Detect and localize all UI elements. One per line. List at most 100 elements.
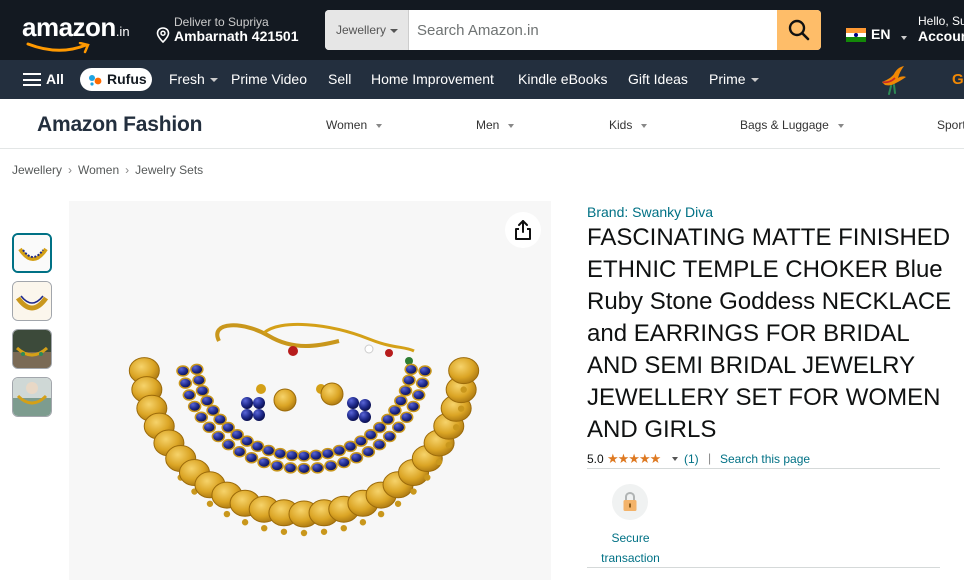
chevron-down-icon xyxy=(376,123,383,128)
necklace-stone xyxy=(202,421,217,434)
necklace-bead xyxy=(223,510,231,518)
necklace-stone xyxy=(232,446,247,458)
necklace-stone xyxy=(415,377,430,389)
necklace-stone xyxy=(297,462,311,475)
breadcrumb-link[interactable]: Jewelry Sets xyxy=(135,163,203,177)
necklace-stone xyxy=(182,389,197,401)
location-pin-icon xyxy=(156,27,170,43)
necklace-stone xyxy=(398,385,413,397)
fashion-cat-label: Sport xyxy=(937,118,964,132)
breadcrumb-link[interactable]: Jewellery xyxy=(12,163,62,177)
logo-smile-icon xyxy=(26,42,90,54)
brand-link[interactable]: Brand: Swanky Diva xyxy=(587,204,713,220)
chevron-down-icon xyxy=(209,78,218,83)
nav-prime[interactable]: Prime xyxy=(709,71,759,87)
necklace-bead xyxy=(320,528,328,535)
necklace-stone xyxy=(190,363,204,376)
rufus-button[interactable]: Rufus xyxy=(80,68,152,91)
top-nav-bar: amazon.in Deliver to Supriya Ambarnath 4… xyxy=(0,0,964,60)
promo-banner-text[interactable]: G xyxy=(952,71,964,88)
account-menu[interactable]: Hello, Su Accoun xyxy=(918,14,964,44)
necklace-stone xyxy=(257,456,271,469)
india-flag-icon xyxy=(846,28,866,42)
necklace-bead xyxy=(206,500,214,507)
search-icon xyxy=(788,19,810,41)
chevron-down-icon xyxy=(641,123,648,128)
nav-kindle-ebooks[interactable]: Kindle eBooks xyxy=(518,71,608,87)
amazon-logo[interactable]: amazon.in xyxy=(22,12,140,54)
hamburger-icon[interactable] xyxy=(23,73,41,86)
necklace-bead xyxy=(424,474,431,481)
chevron-down-icon xyxy=(508,123,515,128)
necklace-stone xyxy=(194,411,209,424)
fashion-cat-label: Men xyxy=(476,118,500,132)
secure-transaction-icon[interactable] xyxy=(612,484,648,520)
necklace-bead xyxy=(452,424,460,431)
rating-count-link[interactable]: (1) xyxy=(684,452,699,466)
necklace-stone xyxy=(244,451,259,464)
necklace-stone xyxy=(332,444,347,457)
necklace-stone xyxy=(337,456,351,469)
thumbnail-4[interactable] xyxy=(12,377,52,417)
necklace-bead xyxy=(410,488,417,495)
necklace-bead xyxy=(445,441,452,449)
nav-fresh-label: Fresh xyxy=(169,71,205,87)
nav-gift-ideas[interactable]: Gift Ideas xyxy=(628,71,688,87)
nav-prime-video[interactable]: Prime Video xyxy=(231,71,307,87)
secure-transaction-label[interactable]: Secure transaction xyxy=(595,528,666,568)
chevron-down-icon xyxy=(837,123,844,128)
thumbnail-3[interactable] xyxy=(12,329,52,369)
necklace-stone xyxy=(250,440,265,453)
necklace-stone xyxy=(297,450,311,462)
bird-icon[interactable] xyxy=(879,64,907,96)
search-button[interactable] xyxy=(777,10,821,50)
necklace-stone xyxy=(187,400,202,413)
breadcrumb-link[interactable]: Women xyxy=(78,163,119,177)
fashion-cat-men[interactable]: Men xyxy=(476,118,515,132)
thumbnail-1[interactable] xyxy=(12,233,52,273)
necklace-stone xyxy=(349,451,364,464)
necklace-bead xyxy=(300,529,308,537)
necklace-stone xyxy=(321,447,335,460)
fashion-cat-sport[interactable]: Sport xyxy=(937,118,964,132)
chevron-down-icon xyxy=(750,78,759,83)
search-bar: Jewellery xyxy=(325,10,821,50)
fashion-cat-kids[interactable]: Kids xyxy=(609,118,648,132)
necklace-stone xyxy=(382,430,397,443)
breadcrumb-separator: › xyxy=(68,163,73,177)
nav-home-improvement[interactable]: Home Improvement xyxy=(371,71,494,87)
necklace-stone xyxy=(418,365,432,377)
search-category-dropdown[interactable]: Jewellery xyxy=(325,10,409,50)
necklace-stone xyxy=(195,385,210,397)
fashion-cat-label: Bags & Luggage xyxy=(740,118,829,132)
breadcrumb-separator: › xyxy=(125,163,130,177)
search-this-page-link[interactable]: Search this page xyxy=(720,452,810,466)
chevron-down-icon[interactable] xyxy=(672,457,678,461)
deliver-location: Ambarnath 421501 xyxy=(174,28,299,44)
necklace-stone xyxy=(411,389,426,401)
nav-prime-label: Prime xyxy=(709,71,746,87)
nav-sell[interactable]: Sell xyxy=(328,71,351,87)
necklace-stone xyxy=(381,413,395,426)
rufus-icon xyxy=(89,75,102,86)
fashion-cat-women[interactable]: Women xyxy=(326,118,383,132)
necklace-stone xyxy=(261,444,276,457)
necklace-bead xyxy=(340,524,347,532)
necklace-stone xyxy=(192,374,206,386)
thumbnail-2[interactable] xyxy=(12,281,52,321)
nav-fresh[interactable]: Fresh xyxy=(169,71,218,87)
necklace-stone xyxy=(404,363,418,376)
share-button[interactable] xyxy=(505,212,541,248)
search-input[interactable] xyxy=(409,10,777,50)
rating-stars[interactable]: ★★★★★ xyxy=(607,451,661,467)
search-category-label: Jewellery xyxy=(336,23,387,37)
fashion-cat-bags[interactable]: Bags & Luggage xyxy=(740,118,844,132)
necklace-bead xyxy=(359,519,367,526)
necklace-coin xyxy=(448,357,480,385)
necklace-bead xyxy=(280,528,288,535)
necklace-thumbnail-image xyxy=(14,235,50,271)
necklace-stone xyxy=(200,395,214,407)
main-product-image[interactable] xyxy=(69,201,551,580)
fashion-title[interactable]: Amazon Fashion xyxy=(37,113,202,137)
all-menu-button[interactable]: All xyxy=(46,71,64,87)
